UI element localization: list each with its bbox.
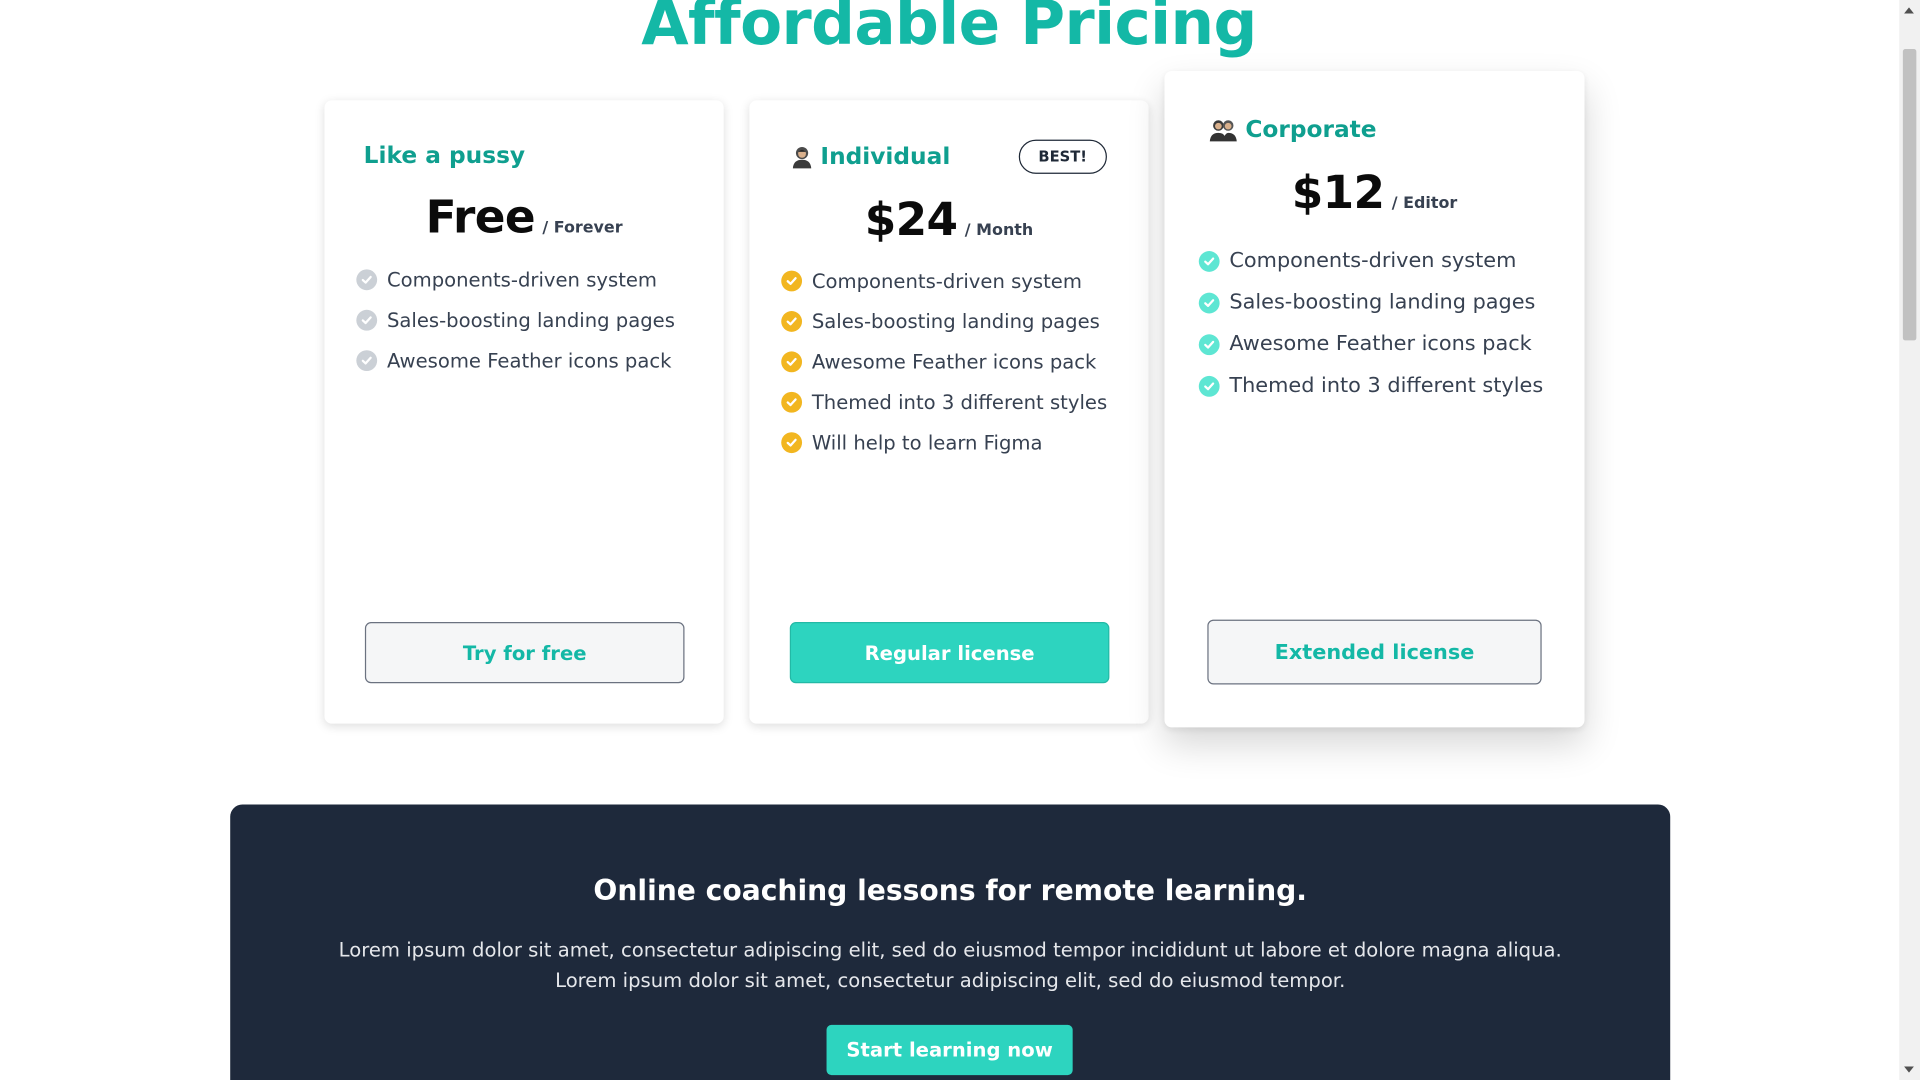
cta-description: Lorem ipsum dolor sit amet, consectetur … (279, 934, 1621, 995)
group-icon (1209, 120, 1237, 142)
check-circle-icon (1198, 333, 1220, 355)
feature-item: Sales-boosting landing pages (356, 300, 675, 340)
feature-list: Components-driven system Sales-boosting … (1198, 240, 1544, 407)
scroll-down-icon[interactable] (1904, 1066, 1914, 1073)
check-circle-icon (1198, 292, 1220, 313)
extended-license-button[interactable]: Extended license (1207, 619, 1542, 685)
feature-label: Components-driven system (386, 268, 658, 292)
feature-item: Components-driven system (356, 260, 675, 300)
feature-label: Sales-boosting landing pages (1229, 290, 1536, 315)
feature-label: Components-driven system (811, 269, 1082, 293)
feature-item: Sales-boosting landing pages (1198, 282, 1543, 324)
regular-license-button[interactable]: Regular license (789, 622, 1110, 684)
check-circle-icon (356, 309, 378, 331)
best-badge: BEST! (1018, 139, 1107, 174)
feature-list: Components-driven system Sales-boosting … (356, 260, 675, 381)
plan-name-label: Corporate (1245, 116, 1377, 144)
feature-label: Awesome Feather icons pack (811, 350, 1097, 374)
feature-item: Will help to learn Figma (781, 422, 1107, 462)
plan-price: Free (425, 191, 536, 244)
plan-name-label: Individual (820, 143, 951, 171)
pricing-page: Affordable Pricing Like a pussy Free / F… (0, 0, 1920, 1080)
cta-text-line: Lorem ipsum dolor sit amet, consectetur … (338, 937, 1562, 962)
feature-label: Sales-boosting landing pages (386, 308, 675, 332)
price-row: $24 / Month (749, 193, 1148, 246)
check-circle-icon (781, 351, 803, 373)
page-title: Affordable Pricing (641, 0, 1257, 59)
feature-label: Themed into 3 different styles (1229, 373, 1544, 398)
scrollbar-thumb[interactable] (1902, 48, 1917, 341)
check-circle-icon (781, 432, 803, 454)
feature-label: Components-driven system (1229, 248, 1517, 274)
plan-name: Like a pussy (364, 142, 525, 169)
feature-item: Components-driven system (1198, 240, 1543, 282)
plan-price: $12 (1291, 166, 1385, 220)
start-learning-button[interactable]: Start learning now (826, 1024, 1073, 1076)
feature-list: Components-driven system Sales-boosting … (781, 261, 1107, 463)
plan-card-free: Like a pussy Free / Forever Components-d… (324, 100, 724, 724)
feature-item: Awesome Feather icons pack (781, 342, 1107, 382)
check-circle-icon (1198, 250, 1220, 272)
check-circle-icon (356, 350, 378, 372)
plan-name: Individual (791, 143, 950, 170)
try-for-free-button[interactable]: Try for free (364, 622, 685, 684)
feature-item: Components-driven system (781, 261, 1107, 301)
check-circle-icon (1198, 375, 1220, 397)
cta-title: Online coaching lessons for remote learn… (593, 875, 1308, 908)
vertical-scrollbar[interactable] (1899, 0, 1920, 1080)
cta-text-line: Lorem ipsum dolor sit amet, consectetur … (555, 968, 1346, 992)
check-circle-icon (781, 311, 803, 332)
plan-card-individual: Individual BEST! $24 / Month Components-… (749, 100, 1149, 724)
feature-item: Themed into 3 different styles (781, 382, 1107, 422)
price-row: $12 / Editor (1164, 167, 1584, 220)
check-circle-icon (356, 269, 378, 291)
price-row: Free / Forever (324, 191, 723, 244)
feature-label: Themed into 3 different styles (811, 390, 1108, 414)
feature-item: Awesome Feather icons pack (356, 340, 675, 380)
plan-period: / Forever (542, 219, 623, 238)
cta-panel: Online coaching lessons for remote learn… (230, 804, 1671, 1080)
feature-item: Sales-boosting landing pages (781, 301, 1107, 341)
person-icon (792, 146, 812, 169)
plan-card-corporate: Corporate $12 / Editor Components-driven… (1164, 71, 1585, 728)
plan-name-label: Like a pussy (363, 142, 526, 169)
check-circle-icon (781, 391, 803, 413)
feature-item: Awesome Feather icons pack (1198, 323, 1543, 365)
feature-item: Themed into 3 different styles (1198, 365, 1544, 407)
plan-period: / Editor (1391, 194, 1458, 214)
feature-label: Awesome Feather icons pack (386, 348, 672, 373)
feature-label: Will help to learn Figma (811, 431, 1043, 455)
plan-price: $24 (864, 193, 958, 247)
feature-label: Sales-boosting landing pages (811, 309, 1100, 334)
plan-name: Corporate (1209, 116, 1377, 143)
check-circle-icon (781, 270, 803, 292)
plan-period: / Month (964, 221, 1034, 241)
scroll-up-icon[interactable] (1904, 7, 1914, 14)
feature-label: Awesome Feather icons pack (1229, 331, 1532, 357)
